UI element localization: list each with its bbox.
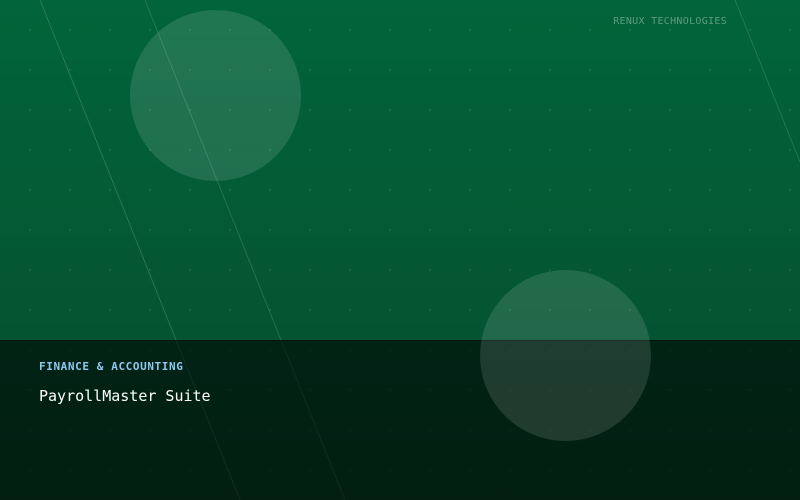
diagonal-line [734,0,800,163]
product-title: PayrollMaster Suite [39,387,211,405]
category-label: FINANCE & ACCOUNTING [39,360,184,373]
decorative-circle [480,270,651,441]
hero-banner: RENUX TECHNOLOGIES FINANCE & ACCOUNTING … [0,0,800,500]
decorative-circle [130,10,301,181]
brand-name: RENUX TECHNOLOGIES [613,16,727,27]
